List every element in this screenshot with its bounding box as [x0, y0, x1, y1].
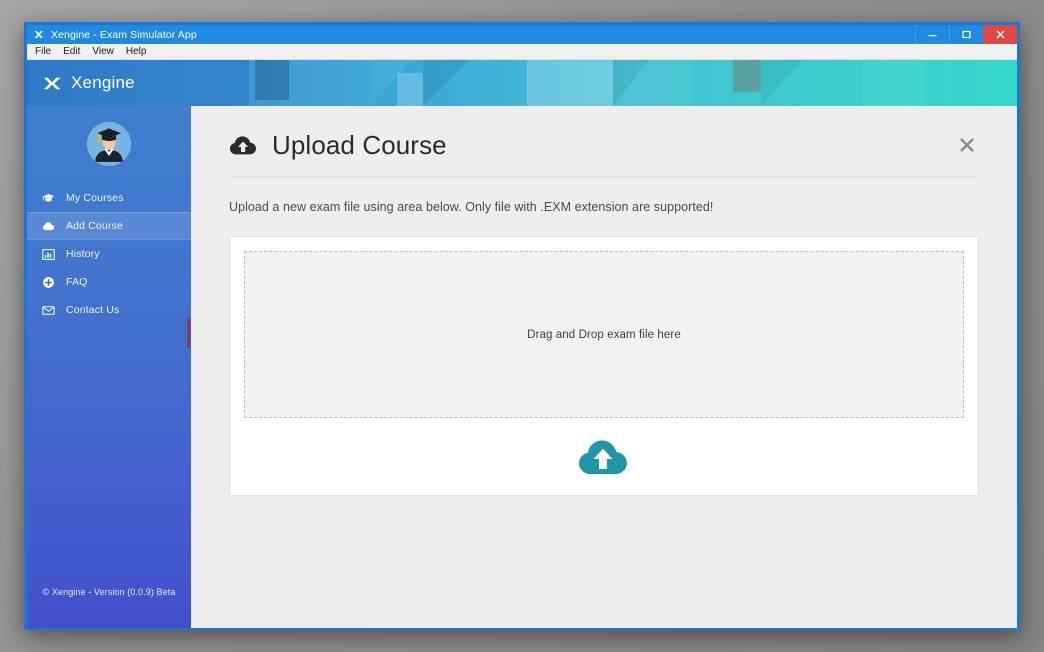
dropzone-label: Drag and Drop exam file here [527, 328, 681, 341]
header-shape-band-2 [527, 60, 613, 106]
close-button[interactable] [983, 25, 1017, 44]
sidebar-item-label: My Courses [66, 192, 124, 204]
content-row: My Courses Add Course History FAQ Contac… [27, 106, 1017, 628]
titlebar-left: Xengine - Exam Simulator App [27, 29, 915, 41]
sidebar-nav: My Courses Add Course History FAQ Contac… [27, 184, 191, 324]
window-controls [915, 25, 1017, 44]
sidebar-footer: © Xengine - Version (0.0.9) Beta [27, 582, 191, 628]
sidebar-item-contact-us[interactable]: Contact Us [27, 296, 191, 324]
sidebar-item-history[interactable]: History [27, 240, 191, 268]
upload-card: Drag and Drop exam file here [229, 236, 979, 496]
close-icon[interactable] [955, 133, 979, 157]
header-shape-rect-dark [255, 60, 289, 100]
cloud-upload-icon [229, 133, 259, 157]
brand-header: Xengine [27, 60, 1017, 106]
envelope-icon [42, 304, 55, 317]
header-shape-band-4 [863, 60, 923, 106]
brand-name: Xengine [71, 73, 135, 92]
header-shape-triangle-4 [761, 60, 803, 106]
header-shape-triangle-2 [423, 60, 469, 106]
sidebar-item-label: FAQ [66, 276, 88, 288]
xengine-logo-icon [34, 29, 45, 40]
plus-circle-icon [42, 276, 55, 289]
menu-item-view[interactable]: View [92, 46, 114, 57]
header-shape-rect-grey [733, 60, 761, 92]
menubar: File Edit View Help [27, 44, 1017, 60]
xengine-mark-icon [43, 74, 62, 93]
desktop-backdrop: Xengine - Exam Simulator App File Edit V… [0, 0, 1044, 652]
main-pane: Upload Course Upload a new exam file usi… [191, 106, 1017, 628]
header-shape-rect-light-1 [397, 73, 423, 106]
page-description: Upload a new exam file using area below.… [229, 200, 714, 214]
header-shape-band-3 [613, 60, 691, 106]
window-titlebar[interactable]: Xengine - Exam Simulator App [27, 25, 1017, 44]
sidebar: My Courses Add Course History FAQ Contac… [27, 106, 191, 628]
sidebar-item-add-course[interactable]: Add Course [27, 212, 191, 240]
app-body: Xengine My Courses Add Course History FA… [27, 60, 1017, 628]
file-dropzone[interactable]: Drag and Drop exam file here [244, 251, 964, 419]
menu-item-file[interactable]: File [35, 46, 51, 57]
window-title: Xengine - Exam Simulator App [51, 28, 197, 41]
graduation-cap-icon [42, 192, 55, 205]
upload-button[interactable] [576, 432, 632, 481]
version-label: © Xengine - Version (0.0.9) Beta [42, 587, 176, 597]
bar-chart-icon [42, 248, 55, 261]
avatar-wrap [27, 106, 191, 182]
sidebar-item-label: Add Course [66, 220, 123, 232]
brand-logo-zone[interactable]: Xengine [27, 60, 249, 106]
sidebar-item-label: Contact Us [66, 304, 120, 316]
cloud-icon [42, 220, 55, 233]
menu-item-help[interactable]: Help [126, 46, 147, 57]
menu-item-edit[interactable]: Edit [63, 46, 80, 57]
sidebar-item-my-courses[interactable]: My Courses [27, 184, 191, 212]
page-title: Upload Course [272, 130, 447, 160]
page-header: Upload Course [229, 106, 979, 177]
minimize-button[interactable] [915, 25, 949, 44]
sidebar-item-label: History [66, 248, 100, 260]
application-window: Xengine - Exam Simulator App File Edit V… [24, 22, 1020, 630]
maximize-button[interactable] [949, 25, 983, 44]
cloud-upload-button-icon [578, 436, 630, 478]
sidebar-item-faq[interactable]: FAQ [27, 268, 191, 296]
graduate-avatar-icon[interactable] [87, 122, 131, 166]
